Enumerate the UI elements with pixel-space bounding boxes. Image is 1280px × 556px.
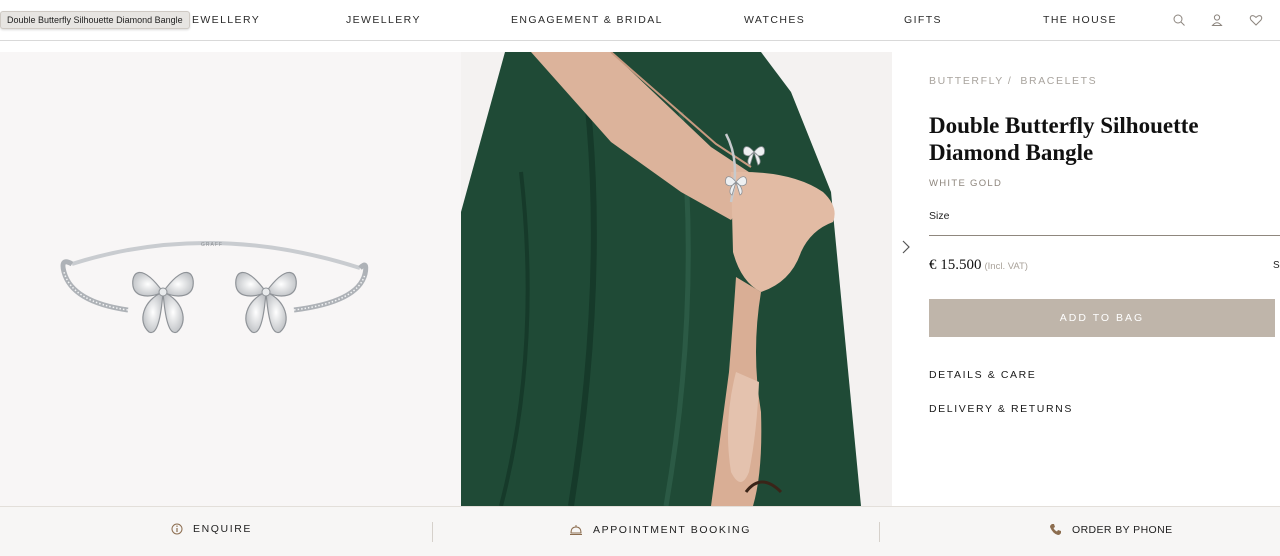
- title-tooltip: Double Butterfly Silhouette Diamond Bang…: [0, 11, 190, 29]
- product-price: € 15.500 (Incl. VAT): [929, 257, 1028, 274]
- nav-item-engagement-bridal[interactable]: ENGAGEMENT & BRIDAL: [511, 14, 663, 26]
- breadcrumb-butterfly[interactable]: BUTTERFLY: [929, 75, 1004, 87]
- top-navigation: H JEWELLERY JEWELLERY ENGAGEMENT & BRIDA…: [0, 0, 1280, 41]
- divider: [879, 522, 880, 542]
- product-title: Double Butterfly Silhouette Diamond Bang…: [929, 113, 1199, 165]
- bangle-engraving: GRAFF: [201, 242, 223, 248]
- wishlist-heart-icon[interactable]: [1249, 13, 1263, 27]
- size-selector[interactable]: Size: [929, 204, 1280, 236]
- size-label: Size: [929, 210, 950, 222]
- concierge-bell-icon: [570, 525, 582, 535]
- product-page: H JEWELLERY JEWELLERY ENGAGEMENT & BRIDA…: [0, 0, 1280, 556]
- delivery-returns-accordion[interactable]: DELIVERY & RETURNS: [929, 403, 1073, 415]
- nav-item-the-house[interactable]: THE HOUSE: [1043, 14, 1117, 26]
- enquire-button[interactable]: ENQUIRE: [171, 523, 252, 535]
- bottom-action-bar: ENQUIRE APPOINTMENT BOOKING ORDER BY PHO…: [0, 506, 1280, 556]
- price-value: € 15.500: [929, 257, 982, 273]
- breadcrumb-separator: /: [1007, 75, 1013, 87]
- vat-note: (Incl. VAT): [984, 261, 1028, 272]
- bangle-product-image[interactable]: GRAFF: [0, 52, 461, 506]
- breadcrumb-bracelets[interactable]: BRACELETS: [1020, 75, 1097, 87]
- search-icon[interactable]: [1172, 13, 1186, 27]
- breadcrumb: BUTTERFLY / BRACELETS: [929, 75, 1097, 87]
- order-by-phone-button[interactable]: ORDER BY PHONE: [1049, 523, 1173, 536]
- bangle-illustration: GRAFF: [60, 241, 369, 334]
- model-wearing-bangle-image[interactable]: [461, 52, 892, 506]
- details-care-accordion[interactable]: DETAILS & CARE: [929, 369, 1036, 381]
- product-metal: WHITE GOLD: [929, 178, 1003, 189]
- add-to-bag-button[interactable]: ADD TO BAG: [929, 299, 1275, 337]
- product-info-panel: BUTTERFLY / BRACELETS Double Butterfly Sil…: [929, 52, 1280, 506]
- info-circle-icon: [171, 523, 183, 535]
- model-illustration: [461, 52, 892, 506]
- appointment-label: APPOINTMENT BOOKING: [593, 523, 751, 536]
- nav-item-gifts[interactable]: GIFTS: [904, 14, 942, 26]
- nav-item-jewellery[interactable]: JEWELLERY: [346, 14, 421, 26]
- account-icon[interactable]: [1210, 13, 1224, 27]
- divider: [432, 522, 433, 542]
- appointment-booking-button[interactable]: APPOINTMENT BOOKING: [569, 523, 751, 536]
- size-guide-link[interactable]: Si: [1273, 260, 1280, 271]
- order-by-phone-label: ORDER BY PHONE: [1072, 523, 1173, 536]
- phone-icon: [1050, 524, 1061, 535]
- next-image-chevron-icon[interactable]: [898, 238, 914, 256]
- enquire-label: ENQUIRE: [193, 523, 253, 535]
- nav-item-watches[interactable]: WATCHES: [744, 14, 805, 26]
